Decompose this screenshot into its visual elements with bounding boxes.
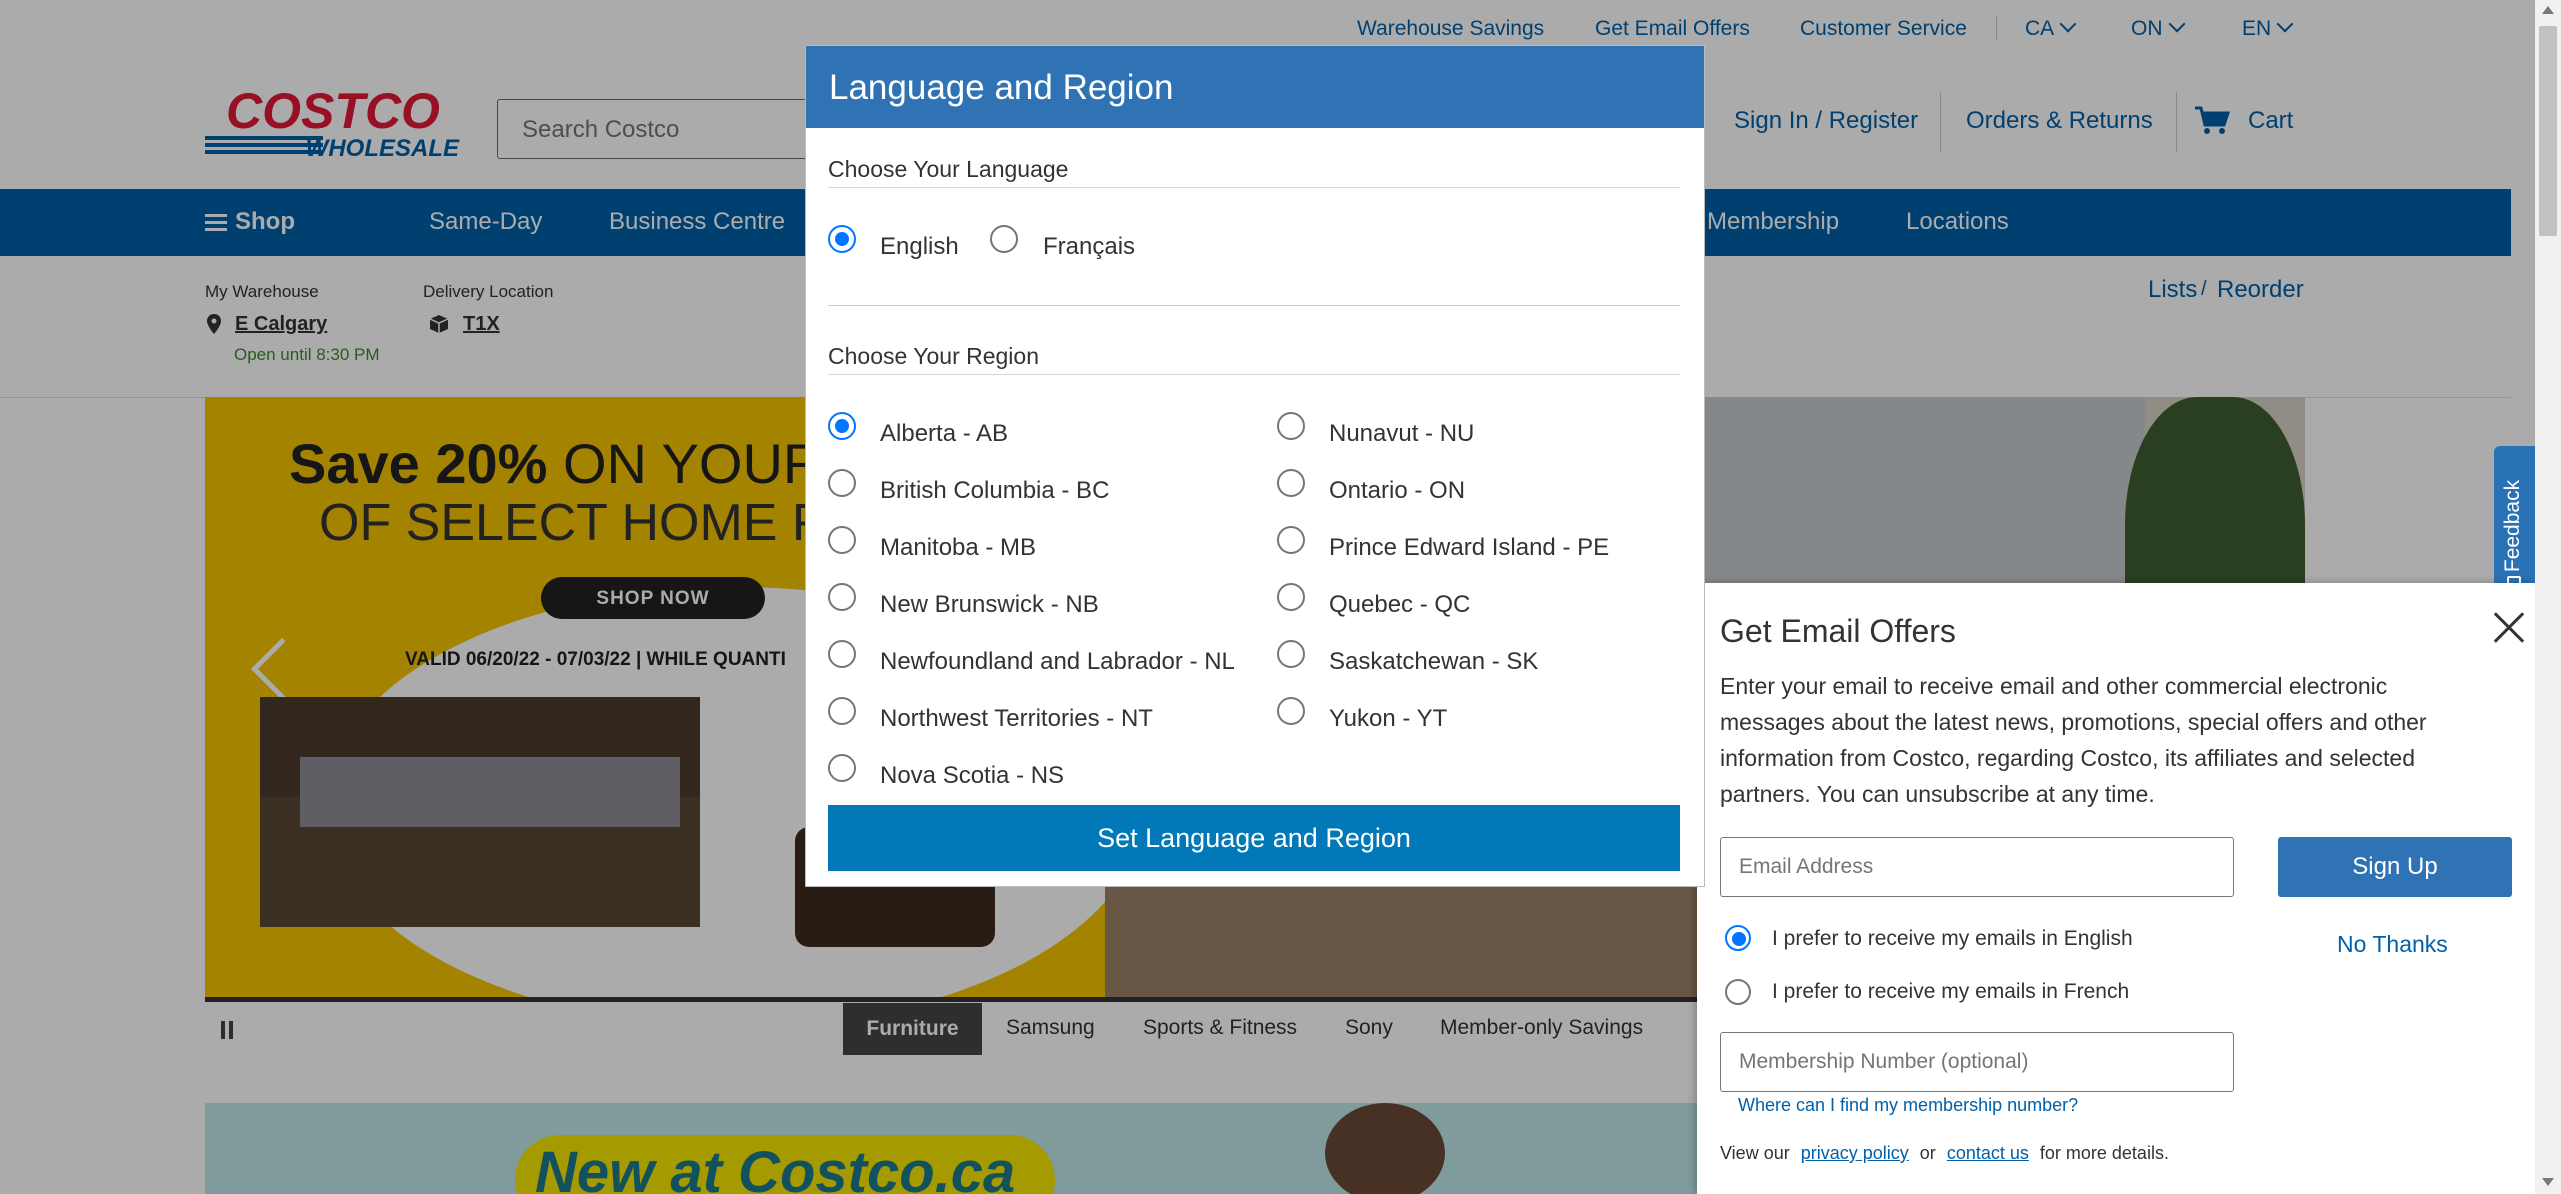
- footer-text: for more details.: [2039, 1143, 2169, 1163]
- region-radio-sk[interactable]: [1277, 640, 1305, 668]
- divider: [828, 305, 1680, 306]
- language-radio-french[interactable]: [990, 225, 1018, 253]
- no-thanks-link[interactable]: No Thanks: [2337, 931, 2448, 958]
- region-label-sk: Saskatchewan - SK: [1329, 648, 1539, 675]
- description-line: partners. You can unsubscribe at any tim…: [1720, 781, 2155, 807]
- find-membership-link[interactable]: Where can I find my membership number?: [1738, 1095, 2078, 1116]
- english-pref-radio[interactable]: [1725, 925, 1751, 951]
- close-icon[interactable]: [2492, 611, 2526, 645]
- region-radio-yt[interactable]: [1277, 697, 1305, 725]
- english-pref-label: I prefer to receive my emails in English: [1772, 927, 2133, 950]
- set-language-region-button[interactable]: Set Language and Region: [828, 805, 1680, 871]
- contact-us-link[interactable]: contact us: [1947, 1143, 2029, 1163]
- french-pref-radio[interactable]: [1725, 979, 1751, 1005]
- set-button-label: Set Language and Region: [1097, 823, 1411, 853]
- region-radio-pe[interactable]: [1277, 526, 1305, 554]
- region-radio-ab[interactable]: [828, 412, 856, 440]
- region-label-yt: Yukon - YT: [1329, 705, 1448, 732]
- region-label-nb: New Brunswick - NB: [880, 591, 1099, 618]
- region-radio-ns[interactable]: [828, 754, 856, 782]
- region-label-pe: Prince Edward Island - PE: [1329, 534, 1610, 561]
- email-panel-footer: View our privacy policy or contact us fo…: [1720, 1143, 2169, 1164]
- sign-up-button[interactable]: Sign Up: [2278, 837, 2512, 897]
- modal-header: Language and Region: [806, 46, 1704, 128]
- email-panel-description: Enter your email to receive email and ot…: [1720, 668, 2510, 812]
- feedback-label: Feedback: [2501, 479, 2524, 573]
- region-radio-qc[interactable]: [1277, 583, 1305, 611]
- region-label-mb: Manitoba - MB: [880, 534, 1037, 561]
- footer-text: or: [1919, 1143, 1936, 1163]
- region-radio-bc[interactable]: [828, 469, 856, 497]
- email-offers-panel: Get Email Offers Enter your email to rec…: [1697, 583, 2535, 1194]
- region-radio-nb[interactable]: [828, 583, 856, 611]
- description-line: Enter your email to receive email and ot…: [1720, 673, 2388, 699]
- privacy-policy-link[interactable]: privacy policy: [1801, 1143, 1909, 1163]
- region-radio-nl[interactable]: [828, 640, 856, 668]
- region-radio-mb[interactable]: [828, 526, 856, 554]
- sign-up-label: Sign Up: [2352, 853, 2438, 880]
- language-radio-english[interactable]: [828, 225, 856, 253]
- region-label-nl: Newfoundland and Labrador - NL: [880, 648, 1235, 675]
- email-address-field[interactable]: Email Address: [1720, 837, 2234, 897]
- region-label-bc: British Columbia - BC: [880, 477, 1110, 504]
- region-label-ab: Alberta - AB: [880, 420, 1009, 447]
- membership-placeholder: Membership Number (optional): [1739, 1050, 2029, 1073]
- region-label-qc: Quebec - QC: [1329, 591, 1471, 618]
- description-line: information from Costco, regarding Costc…: [1720, 745, 2416, 771]
- language-region-modal: Language and Region Choose Your Language…: [806, 46, 1704, 886]
- divider: [828, 187, 1680, 188]
- region-label-on: Ontario - ON: [1329, 477, 1466, 504]
- language-heading: Choose Your Language: [828, 156, 1069, 182]
- region-radio-on[interactable]: [1277, 469, 1305, 497]
- french-pref-label: I prefer to receive my emails in French: [1772, 980, 2130, 1003]
- scrollbar-thumb[interactable]: [2539, 26, 2557, 236]
- email-placeholder: Email Address: [1739, 855, 1874, 878]
- scroll-up-icon[interactable]: [2542, 6, 2554, 14]
- region-label-nt: Northwest Territories - NT: [880, 705, 1153, 732]
- language-label-english: English: [880, 233, 959, 260]
- region-radio-nt[interactable]: [828, 697, 856, 725]
- description-line: messages about the latest news, promotio…: [1720, 709, 2427, 735]
- language-label-french: Français: [1043, 233, 1136, 260]
- region-label-ns: Nova Scotia - NS: [880, 762, 1065, 789]
- scroll-down-icon[interactable]: [2542, 1178, 2554, 1186]
- modal-title: Language and Region: [829, 68, 1174, 107]
- email-panel-title: Get Email Offers: [1720, 613, 1956, 649]
- footer-text: View our: [1720, 1143, 1790, 1163]
- region-radio-nu[interactable]: [1277, 412, 1305, 440]
- region-label-nu: Nunavut - NU: [1329, 420, 1475, 447]
- region-heading: Choose Your Region: [828, 343, 1039, 369]
- membership-number-field[interactable]: Membership Number (optional): [1720, 1032, 2234, 1092]
- divider: [828, 374, 1680, 375]
